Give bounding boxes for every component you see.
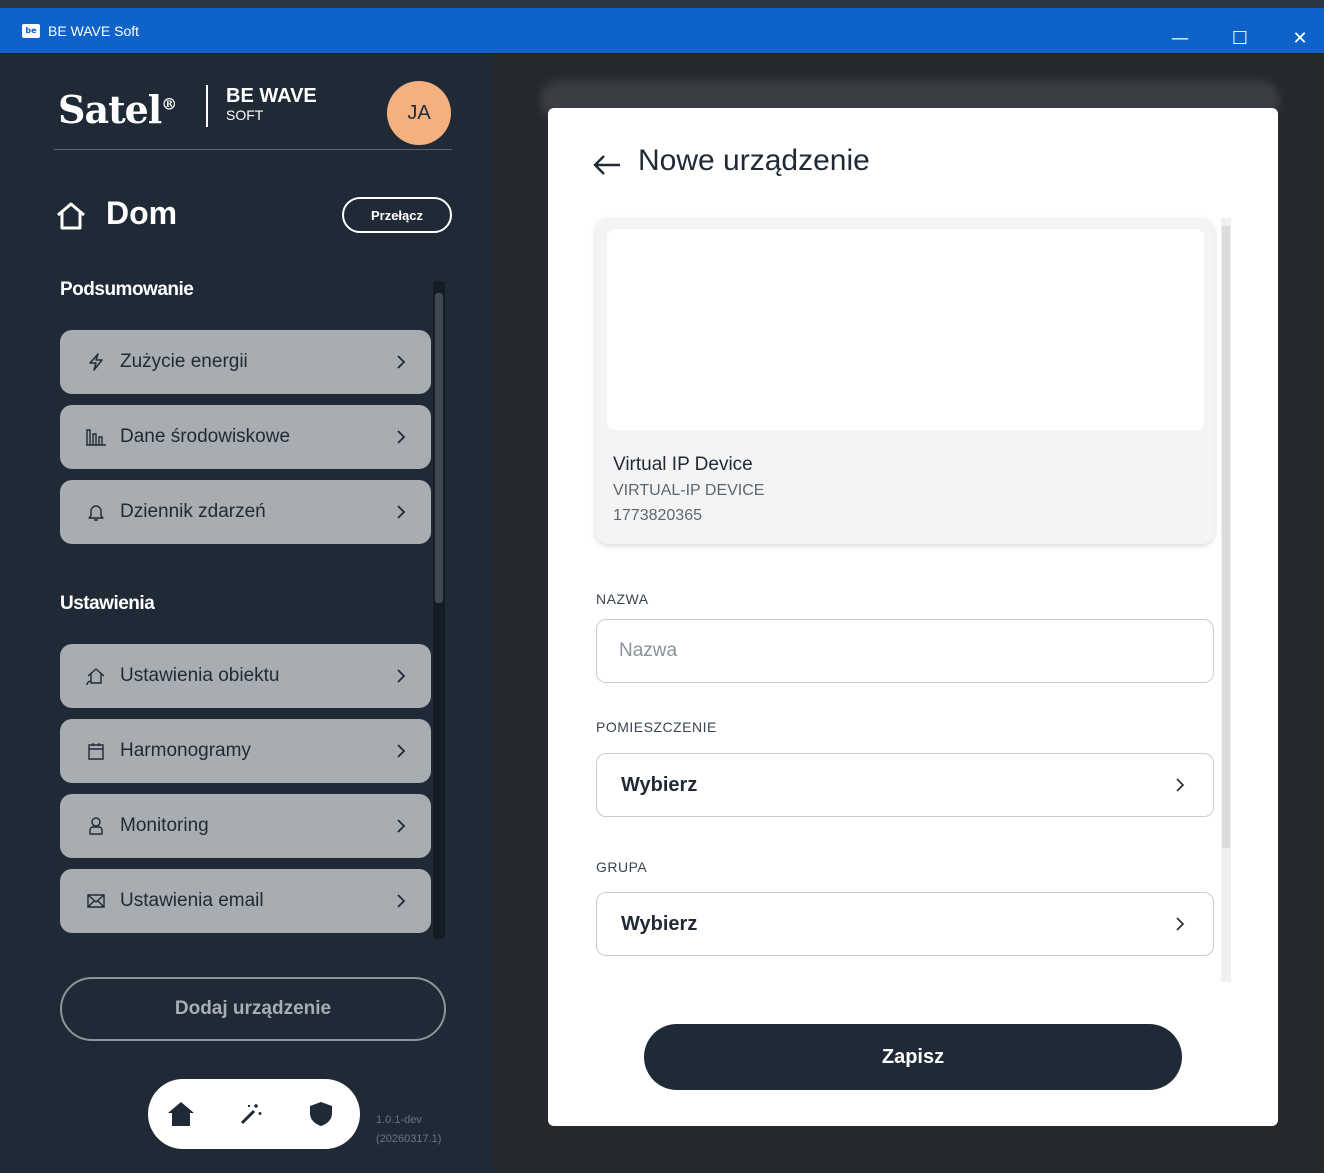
device-model: VIRTUAL-IP DEVICE	[613, 482, 765, 499]
bar-chart-icon	[84, 425, 108, 449]
home-outline-icon	[57, 202, 85, 230]
bell-icon	[84, 500, 108, 524]
group-field-label: GRUPA	[596, 859, 648, 875]
app-version: 1.0.1-dev (20260317.1)	[376, 1111, 441, 1149]
dialog-title: Nowe urządzenie	[638, 144, 870, 177]
sidebar-item-schedules[interactable]: Harmonogramy	[60, 719, 431, 783]
window-title: BE WAVE Soft	[48, 22, 140, 39]
build-number: (20260317.1)	[376, 1133, 442, 1145]
sidebar-item-energy[interactable]: Zużycie energii	[60, 330, 431, 394]
group-select[interactable]: Wybierz	[596, 892, 1214, 956]
chevron-right-icon	[397, 894, 406, 908]
room-select[interactable]: Wybierz	[596, 753, 1214, 817]
window-titlebar: be BE WAVE Soft — ☐ ✕	[0, 0, 1324, 53]
sidebar-item-label: Monitoring	[120, 815, 209, 836]
app-icon: be	[22, 23, 40, 38]
name-field-label: NAZWA	[596, 591, 649, 607]
room-field-label: POMIESZCZENIE	[596, 719, 717, 735]
section-settings-label: Ustawienia	[60, 593, 155, 614]
person-icon	[84, 814, 108, 838]
logo-divider	[206, 85, 208, 127]
save-button[interactable]: Zapisz	[644, 1024, 1182, 1090]
sidebar-item-event-log[interactable]: Dziennik zdarzeń	[60, 480, 431, 544]
sidebar-item-object-settings[interactable]: Ustawienia obiektu	[60, 644, 431, 708]
sidebar: Satel® BE WAVE SOFT JA Dom Przełącz Pods…	[0, 53, 494, 1173]
calendar-icon	[84, 739, 108, 763]
home-title: Dom	[106, 195, 178, 231]
add-device-button[interactable]: Dodaj urządzenie	[60, 977, 446, 1041]
sidebar-item-label: Dane środowiskowe	[120, 426, 291, 447]
chevron-right-icon	[397, 669, 406, 683]
device-image	[607, 229, 1204, 430]
back-arrow-icon[interactable]	[590, 148, 624, 182]
sidebar-item-environment[interactable]: Dane środowiskowe	[60, 405, 431, 469]
sidebar-item-label: Ustawienia email	[120, 890, 264, 911]
chevron-right-icon	[397, 430, 406, 444]
room-select-value: Wybierz	[621, 773, 698, 796]
bottom-nav	[148, 1079, 360, 1149]
envelope-icon	[84, 889, 108, 913]
device-name: Virtual IP Device	[613, 454, 753, 475]
product-name: BE WAVE	[226, 85, 317, 107]
form-scrollbar-thumb[interactable]	[1222, 226, 1230, 848]
logo-row: Satel® BE WAVE SOFT JA	[54, 81, 452, 151]
user-avatar[interactable]: JA	[387, 81, 451, 145]
divider	[54, 149, 452, 150]
chevron-right-icon	[397, 744, 406, 758]
sidebar-item-label: Dziennik zdarzeń	[120, 501, 266, 522]
switch-button[interactable]: Przełącz	[342, 197, 452, 233]
home-icon[interactable]	[164, 1097, 198, 1131]
shield-icon[interactable]	[304, 1097, 338, 1131]
sidebar-item-label: Zużycie energii	[120, 351, 248, 372]
chevron-right-icon	[1176, 917, 1185, 931]
sidebar-item-label: Harmonogramy	[120, 740, 251, 761]
name-input[interactable]	[596, 619, 1214, 683]
chevron-right-icon	[1176, 778, 1185, 792]
magic-wand-icon[interactable]	[234, 1097, 268, 1131]
chevron-right-icon	[397, 505, 406, 519]
satel-logo: Satel®	[58, 87, 177, 132]
section-summary-label: Podsumowanie	[60, 279, 194, 300]
sidebar-scrollbar-thumb[interactable]	[435, 293, 443, 603]
new-device-dialog: Nowe urządzenie Virtual IP Device VIRTUA…	[548, 108, 1278, 1126]
sidebar-item-label: Ustawienia obiektu	[120, 665, 280, 686]
product-subname: SOFT	[226, 107, 264, 123]
sidebar-item-email-settings[interactable]: Ustawienia email	[60, 869, 431, 933]
house-settings-icon	[84, 664, 108, 688]
group-select-value: Wybierz	[621, 912, 698, 935]
device-serial: 1773820365	[613, 507, 702, 524]
sidebar-item-monitoring[interactable]: Monitoring	[60, 794, 431, 858]
lightning-icon	[84, 350, 108, 374]
device-card: Virtual IP Device VIRTUAL-IP DEVICE 1773…	[596, 218, 1214, 544]
chevron-right-icon	[397, 819, 406, 833]
version-number: 1.0.1-dev	[376, 1114, 422, 1126]
chevron-right-icon	[397, 355, 406, 369]
home-header: Dom Przełącz	[54, 191, 452, 241]
